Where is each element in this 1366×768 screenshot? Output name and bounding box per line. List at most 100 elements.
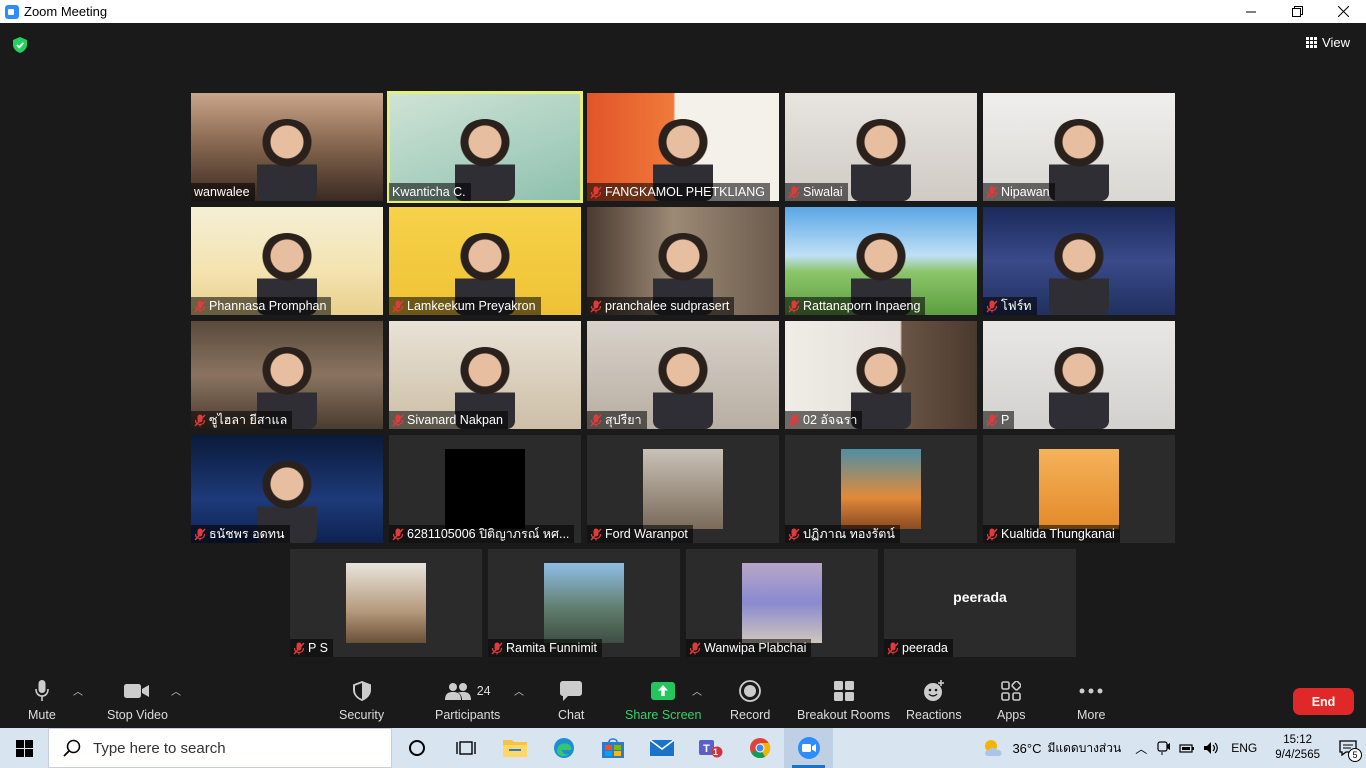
input-language[interactable]: ENG — [1231, 741, 1257, 755]
store-app[interactable] — [588, 728, 637, 768]
taskbar-search-box[interactable]: Type here to search — [48, 728, 392, 768]
video-tile[interactable]: Ramita Funnimit — [488, 549, 680, 657]
zoom-app-taskbar[interactable] — [784, 728, 833, 768]
participant-video-thumbnail — [346, 563, 426, 643]
video-tile[interactable]: pranchalee sudprasert — [587, 207, 779, 315]
video-tile[interactable]: Kwanticha C. — [387, 91, 583, 203]
clock-date: 9/4/2565 — [1275, 749, 1320, 761]
weather-partly-sunny-icon[interactable] — [982, 738, 1006, 758]
participant-video-thumbnail — [1039, 449, 1119, 529]
chat-button[interactable]: Chat — [558, 679, 584, 722]
participant-display-name: peerada — [953, 589, 1007, 605]
participant-name: Lamkeekum Preyakron — [407, 299, 536, 313]
video-options-caret-icon[interactable]: ︿ — [171, 683, 181, 698]
share-screen-button[interactable]: Share Screen — [625, 679, 701, 722]
weather-description[interactable]: มีแดดบางส่วน — [1047, 739, 1121, 758]
share-screen-label: Share Screen — [625, 708, 702, 722]
view-button[interactable]: View — [1306, 35, 1350, 50]
close-button[interactable] — [1320, 0, 1366, 23]
meet-now-camera-icon[interactable] — [1157, 740, 1171, 756]
minimize-icon — [1246, 11, 1256, 12]
video-tile[interactable]: 6281105006 ปิติญาภรณ์ หศ... — [389, 435, 581, 543]
muted-microphone-icon — [293, 642, 305, 654]
store-bag-icon — [601, 738, 624, 758]
participant-name: Kualtida Thungkanai — [1001, 527, 1115, 541]
share-options-caret-icon[interactable]: ︿ — [692, 683, 702, 698]
participant-video-thumbnail — [544, 563, 624, 643]
participant-name: P S — [308, 641, 328, 655]
video-tile[interactable]: Lamkeekum Preyakron — [389, 207, 581, 315]
participant-nameplate: peerada — [884, 639, 953, 657]
taskbar-clock[interactable]: 15:12 9/4/2565 — [1265, 733, 1320, 763]
notification-center-button[interactable]: 5 — [1330, 728, 1366, 768]
record-button[interactable]: Record — [730, 679, 770, 722]
tray-expand-chevron-icon[interactable]: ︿ — [1135, 740, 1147, 757]
video-tile[interactable]: peerada peerada — [884, 549, 1076, 657]
video-tile[interactable]: Wanwipa Plabchai — [686, 549, 878, 657]
end-meeting-button[interactable]: End — [1293, 688, 1354, 715]
cortana-button[interactable] — [392, 728, 441, 768]
video-tile[interactable]: ธนัชพร อดทน — [191, 435, 383, 543]
apps-button[interactable]: Apps — [997, 679, 1026, 722]
video-tile[interactable]: P S — [290, 549, 482, 657]
participants-label: Participants — [435, 708, 501, 722]
muted-microphone-icon — [986, 186, 998, 198]
weather-temperature[interactable]: 36°C — [1012, 741, 1041, 756]
start-button[interactable] — [0, 728, 48, 768]
video-tile[interactable]: โฟร์ท — [983, 207, 1175, 315]
breakout-rooms-button[interactable]: Breakout Rooms — [797, 679, 890, 722]
volume-speaker-icon[interactable] — [1203, 741, 1219, 755]
video-tile[interactable]: FANGKAMOL PHETKLIANG — [587, 93, 779, 201]
file-explorer-app[interactable] — [490, 728, 539, 768]
participant-name: Ford Waranpot — [605, 527, 688, 541]
windows-taskbar: Type here to search T 1 36°C มีแดดบางส่ว… — [0, 728, 1366, 768]
video-tile[interactable]: Sivanard Nakpan — [389, 321, 581, 429]
muted-microphone-icon — [194, 414, 206, 426]
participants-caret-icon[interactable]: ︿ — [514, 683, 524, 698]
security-button[interactable]: Security — [339, 679, 384, 722]
participant-video-thumbnail — [742, 563, 822, 643]
view-label: View — [1322, 35, 1350, 50]
muted-microphone-icon — [194, 300, 206, 312]
participant-name: Sivanard Nakpan — [407, 413, 503, 427]
meeting-toolbar: Mute ︿ Stop Video ︿ Security 24 Particip… — [0, 673, 1366, 728]
mail-app[interactable] — [637, 728, 686, 768]
participant-name: ธนัชพร อดทน — [209, 527, 285, 541]
video-tile[interactable]: Kualtida Thungkanai — [983, 435, 1175, 543]
edge-app[interactable] — [539, 728, 588, 768]
participant-nameplate: Lamkeekum Preyakron — [389, 297, 541, 315]
video-tile[interactable]: ปฏิภาณ ทองรัตน์ — [785, 435, 977, 543]
video-tile[interactable]: สุปรียา — [587, 321, 779, 429]
video-tile[interactable]: 02 อัจฉรา — [785, 321, 977, 429]
video-tile[interactable]: Nipawan — [983, 93, 1175, 201]
more-button[interactable]: More — [1077, 679, 1105, 722]
notification-count-badge: 5 — [1348, 748, 1362, 762]
video-tile[interactable]: Phannasa Promphan — [191, 207, 383, 315]
chrome-app[interactable] — [735, 728, 784, 768]
video-tile[interactable]: Ford Waranpot — [587, 435, 779, 543]
participants-icon — [444, 683, 471, 700]
minimize-button[interactable] — [1228, 0, 1274, 23]
audio-options-caret-icon[interactable]: ︿ — [73, 683, 83, 698]
reactions-button[interactable]: Reactions — [906, 679, 962, 722]
task-view-button[interactable] — [441, 728, 490, 768]
video-tile[interactable]: wanwalee — [191, 93, 383, 201]
record-label: Record — [730, 708, 771, 722]
stop-video-button[interactable]: Stop Video — [107, 679, 168, 722]
video-tile[interactable]: ซูไฮลา ยีสาแล — [191, 321, 383, 429]
participants-button[interactable]: 24 Participants — [435, 679, 500, 722]
video-tile[interactable]: P — [983, 321, 1175, 429]
mute-button[interactable]: Mute — [28, 679, 56, 722]
teams-app[interactable]: T 1 — [686, 728, 735, 768]
network-icon[interactable] — [1179, 742, 1195, 754]
encryption-shield-icon[interactable] — [13, 37, 27, 53]
video-tile[interactable]: Rattanaporn Inpaeng — [785, 207, 977, 315]
record-icon — [739, 680, 762, 702]
participant-name: Kwanticha C. — [392, 185, 466, 199]
muted-microphone-icon — [590, 528, 602, 540]
muted-microphone-icon — [788, 186, 800, 198]
video-tile[interactable]: Siwalai — [785, 93, 977, 201]
restore-button[interactable] — [1274, 0, 1320, 23]
chrome-browser-icon — [749, 738, 770, 759]
chat-bubble-icon — [560, 681, 583, 701]
